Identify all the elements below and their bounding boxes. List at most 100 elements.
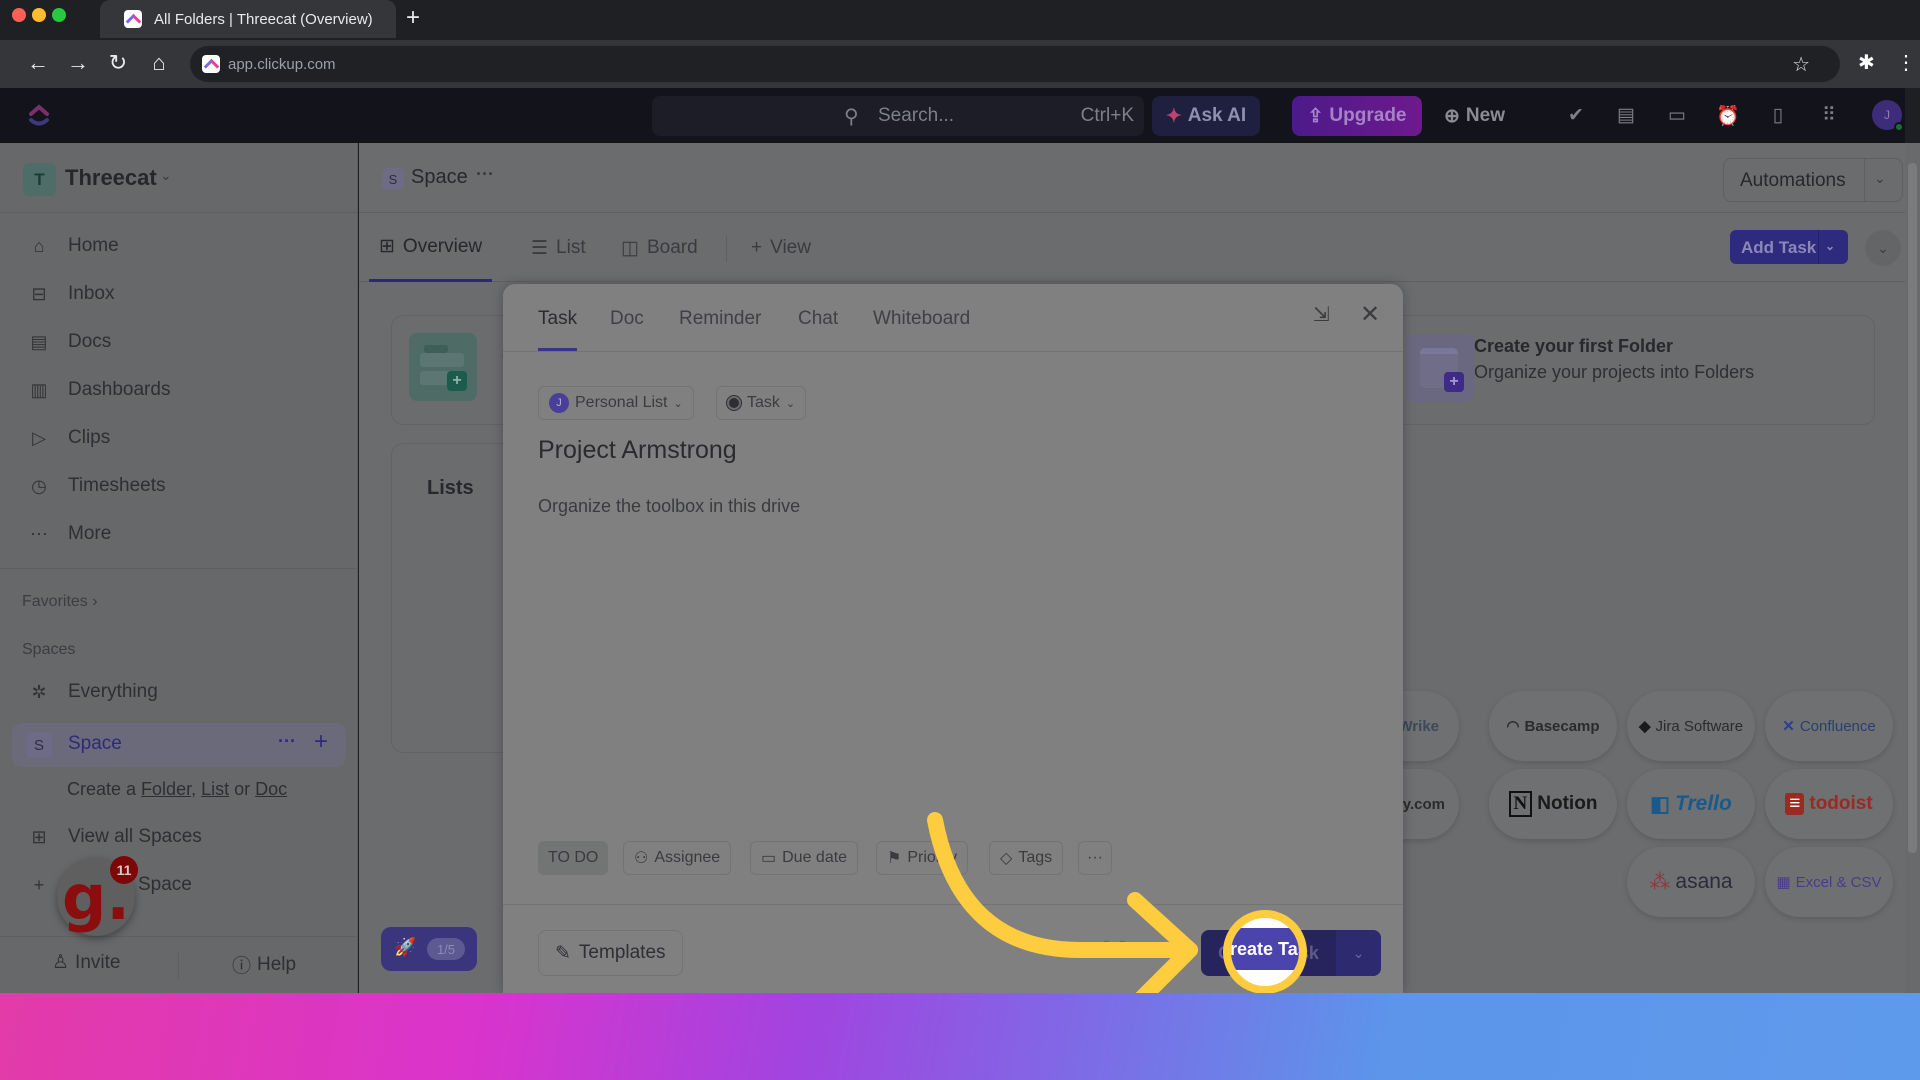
invite-button[interactable]: ♙ Invite <box>52 951 120 974</box>
forward-button[interactable]: → <box>64 50 92 76</box>
user-avatar[interactable]: J <box>1872 100 1904 132</box>
back-button[interactable]: ← <box>24 50 52 76</box>
add-task-button[interactable]: Add Task ⌄ <box>1730 230 1848 264</box>
assignee-button[interactable]: ⚇ Assignee <box>623 841 732 875</box>
sidebar-item-label: Space <box>138 874 192 895</box>
minimize-window-button[interactable] <box>32 8 46 22</box>
sidebar-item-dashboards[interactable]: ▥ Dashboards <box>26 373 170 407</box>
status-selector[interactable]: TO DO <box>538 841 609 875</box>
sidebar-item-everything[interactable]: ✲ Everything <box>26 675 157 709</box>
video-icon[interactable]: ▭ <box>1665 104 1689 127</box>
maximize-window-button[interactable] <box>52 8 66 22</box>
templates-button[interactable]: ✎ Templates <box>538 930 683 976</box>
import-basecamp[interactable]: ◠ Basecamp <box>1489 691 1617 761</box>
notepad-icon[interactable]: ▤ <box>1614 104 1638 127</box>
list-name: Personal List <box>575 394 668 411</box>
tab-chat[interactable]: Chat <box>798 308 838 330</box>
more-options-icon[interactable]: ··· <box>476 164 494 185</box>
tab-overview[interactable]: ⊞ Overview <box>369 214 493 282</box>
list-icon: ☰ <box>531 237 549 259</box>
import-label: Notion <box>1537 793 1598 814</box>
extensions-icon[interactable]: ✱ <box>1858 50 1875 75</box>
upgrade-button[interactable]: ⇪ Upgrade <box>1292 96 1422 136</box>
create-folder-card[interactable]: + Create your first Folder Organize your… <box>1387 315 1875 425</box>
tab-whiteboard[interactable]: Whiteboard <box>873 308 970 330</box>
space-add-icon[interactable]: + <box>314 728 328 756</box>
tab-reminder[interactable]: Reminder <box>679 308 761 330</box>
basecamp-icon: ◠ <box>1506 718 1520 735</box>
help-label: Help <box>257 953 297 975</box>
vertical-scrollbar[interactable] <box>1905 143 1920 993</box>
apps-grid-icon[interactable]: ⠿ <box>1817 104 1841 127</box>
create-list-link[interactable]: List <box>201 779 229 799</box>
add-task-label: Add Task <box>1741 238 1817 257</box>
list-selector[interactable]: J Personal List ⌄ <box>538 386 694 420</box>
new-tab-button[interactable]: + <box>406 4 420 32</box>
import-asana[interactable]: ⁂ asana <box>1627 847 1755 917</box>
close-icon[interactable]: ✕ <box>1360 300 1380 329</box>
collapse-toggle-button[interactable]: ⌄ <box>1865 230 1901 266</box>
magic-wand-icon: ✎ <box>555 942 571 964</box>
url-text: app.clickup.com <box>228 55 336 73</box>
home-button[interactable]: ⌂ <box>145 50 173 76</box>
browser-tab[interactable]: All Folders | Threecat (Overview) <box>100 0 396 38</box>
highlight-label: Create Task <box>1231 928 1299 970</box>
chevron-down-icon[interactable]: ⌄ <box>1874 170 1886 187</box>
search-input[interactable]: ⚲ Search... Ctrl+K <box>652 96 1144 136</box>
sidebar-item-view-all-spaces[interactable]: ⊞ View all Spaces <box>26 820 202 854</box>
import-excel-csv[interactable]: ▦ Excel & CSV <box>1765 847 1893 917</box>
ask-ai-button[interactable]: ✦ Ask AI <box>1152 96 1260 136</box>
help-button[interactable]: ⓘ Help <box>232 951 296 978</box>
help-icon: ⓘ <box>232 956 252 977</box>
sidebar-item-home[interactable]: ⌂ Home <box>26 229 119 263</box>
alarm-clock-icon[interactable]: ⏰ <box>1716 104 1740 128</box>
space-title[interactable]: Space <box>411 166 468 189</box>
import-confluence[interactable]: ✕ Confluence <box>1765 691 1893 761</box>
import-notion[interactable]: N Notion <box>1489 769 1617 839</box>
favorites-heading[interactable]: Favorites › <box>22 593 98 611</box>
workspace-switcher[interactable]: T Threecat ⌄ <box>0 143 358 213</box>
task-name-input[interactable]: Project Armstrong <box>538 436 737 465</box>
document-icon[interactable]: ▯ <box>1766 104 1790 127</box>
check-circle-icon[interactable]: ✔ <box>1564 104 1588 127</box>
chevron-down-icon: ⌄ <box>160 167 172 183</box>
hint-text: or <box>229 779 256 799</box>
divider <box>726 236 727 262</box>
add-view-button[interactable]: + View <box>751 214 811 282</box>
chevron-down-icon[interactable]: ⌄ <box>1825 239 1835 253</box>
task-description-input[interactable]: Organize the toolbox in this drive <box>538 496 800 517</box>
import-todoist[interactable]: ≡ todoist <box>1765 769 1893 839</box>
due-date-button[interactable]: ▭ Due date <box>750 841 859 875</box>
import-jira[interactable]: ◆ Jira Software <box>1627 691 1755 761</box>
tab-task[interactable]: Task <box>538 308 577 330</box>
create-doc-link[interactable]: Doc <box>255 779 287 799</box>
clickup-logo-icon[interactable] <box>28 102 50 128</box>
space-more-icon[interactable]: ··· <box>278 731 296 752</box>
import-trello[interactable]: ◧ Trello <box>1627 769 1755 839</box>
reload-button[interactable]: ↻ <box>104 50 132 76</box>
sidebar-item-space[interactable]: S Space ··· + <box>12 723 346 767</box>
sidebar-item-docs[interactable]: ▤ Docs <box>26 325 111 359</box>
tab-doc[interactable]: Doc <box>610 308 644 330</box>
sidebar-item-inbox[interactable]: ⊟ Inbox <box>26 277 114 311</box>
chevron-down-icon[interactable]: ⌄ <box>1336 930 1381 976</box>
tab-list[interactable]: ☰ List <box>531 214 586 282</box>
bookmark-star-icon[interactable]: ☆ <box>1792 52 1810 77</box>
browser-menu-icon[interactable]: ⋮ <box>1896 50 1916 75</box>
sidebar-item-more[interactable]: ⋯ More <box>26 517 111 551</box>
sidebar-item-clips[interactable]: ▷ Clips <box>26 421 110 455</box>
sidebar-item-label: View all Spaces <box>68 826 202 847</box>
sidebar-item-timesheets[interactable]: ◷ Timesheets <box>26 469 165 503</box>
new-button[interactable]: ⊕ New <box>1444 96 1505 136</box>
minimize-icon[interactable]: ⇲ <box>1313 302 1330 327</box>
scrollbar-thumb[interactable] <box>1908 163 1917 853</box>
close-window-button[interactable] <box>12 8 26 22</box>
address-bar[interactable]: app.clickup.com ☆ <box>190 46 1840 82</box>
tab-board[interactable]: ◫ Board <box>621 214 698 282</box>
task-type-selector[interactable]: Task ⌄ <box>716 386 807 420</box>
divider <box>1818 230 1819 264</box>
onboarding-progress-button[interactable]: 🚀 1/5 <box>381 927 477 971</box>
automations-button[interactable]: Automations ⌄ <box>1723 158 1903 202</box>
views-bar: ⊞ Overview ☰ List ◫ Board + View Add Tas… <box>359 214 1905 282</box>
create-folder-link[interactable]: Folder <box>141 779 191 799</box>
